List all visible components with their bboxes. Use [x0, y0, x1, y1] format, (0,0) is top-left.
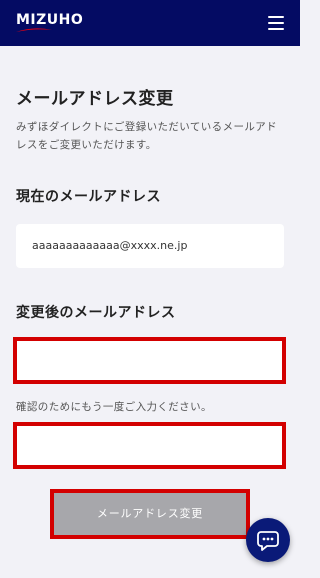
confirm-email-input[interactable]	[17, 426, 282, 465]
new-email-field[interactable]	[13, 337, 286, 384]
change-email-button[interactable]: メールアドレス変更	[50, 489, 250, 539]
page-title: メールアドレス変更	[16, 89, 174, 109]
current-email-value: aaaaaaaaaaaaa@xxxx.ne.jp	[16, 224, 284, 268]
confirm-email-field[interactable]	[13, 422, 286, 469]
logo-swoosh-icon	[16, 28, 52, 32]
new-email-input[interactable]	[17, 341, 282, 380]
change-email-button-label: メールアドレス変更	[96, 507, 204, 520]
mizuho-logo[interactable]: MIZUHO	[16, 12, 83, 36]
logo-text: MIZUHO	[16, 12, 84, 28]
new-email-label: 変更後のメールアドレス	[16, 305, 176, 321]
current-email-label: 現在のメールアドレス	[16, 189, 161, 205]
page-description: みずほダイレクトにご登録いただいているメールアドレスをご変更いただけます。	[16, 121, 278, 151]
chat-bubble-icon	[257, 531, 279, 551]
app-header: MIZUHO	[0, 0, 300, 46]
confirm-email-hint: 確認のためにもう一度ご入力ください。	[16, 401, 212, 413]
hamburger-menu-icon[interactable]	[266, 14, 286, 32]
chat-button[interactable]	[246, 518, 290, 562]
